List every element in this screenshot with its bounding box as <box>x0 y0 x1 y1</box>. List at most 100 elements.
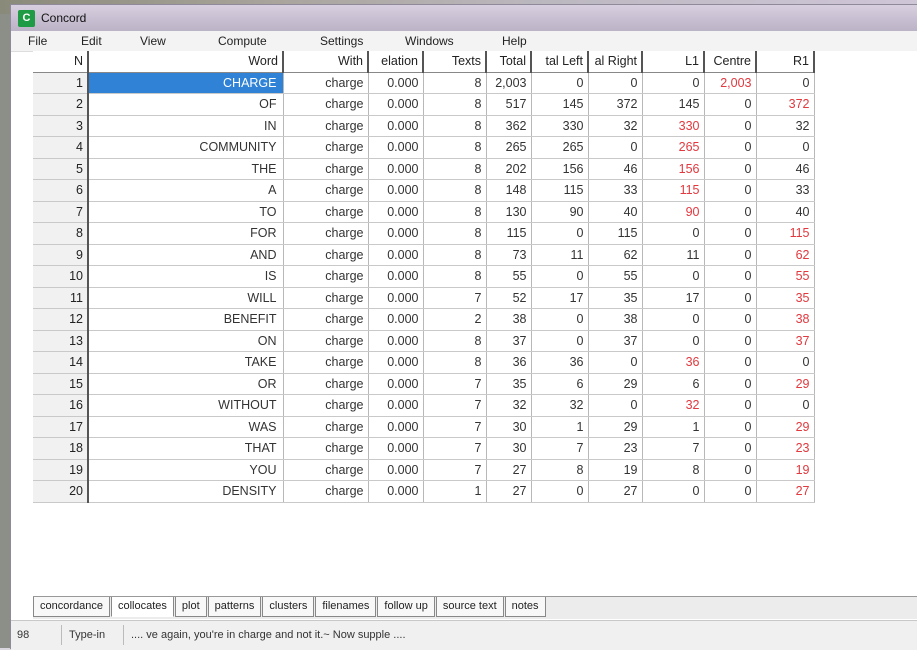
cell-r1[interactable]: 115 <box>756 222 815 245</box>
cell-total-right[interactable]: 62 <box>588 244 643 266</box>
cell-texts[interactable]: 1 <box>423 480 487 503</box>
cell-total-left[interactable]: 8 <box>531 459 589 481</box>
table-row[interactable]: 18 THAT charge 0.000 7 30 7 23 7 0 23 <box>33 437 815 460</box>
cell-l1[interactable]: 36 <box>642 351 705 374</box>
cell-with[interactable]: charge <box>283 480 369 503</box>
cell-centre[interactable]: 0 <box>704 330 757 352</box>
cell-with[interactable]: charge <box>283 330 369 352</box>
cell-l1[interactable]: 0 <box>642 265 705 288</box>
cell-texts[interactable]: 8 <box>423 115 487 137</box>
col-header-total-left[interactable]: tal Left <box>531 51 589 73</box>
cell-n[interactable]: 9 <box>33 244 89 266</box>
cell-centre[interactable]: 0 <box>704 222 757 245</box>
cell-centre[interactable]: 0 <box>704 459 757 481</box>
col-header-total[interactable]: Total <box>486 51 532 73</box>
col-header-l1[interactable]: L1 <box>642 51 705 73</box>
cell-word[interactable]: A <box>88 179 284 202</box>
cell-relation[interactable]: 0.000 <box>368 287 424 309</box>
cell-with[interactable]: charge <box>283 308 369 331</box>
cell-r1[interactable]: 40 <box>756 201 815 223</box>
cell-relation[interactable]: 0.000 <box>368 480 424 503</box>
cell-with[interactable]: charge <box>283 394 369 417</box>
cell-n[interactable]: 20 <box>33 480 89 503</box>
cell-relation[interactable]: 0.000 <box>368 437 424 460</box>
cell-r1[interactable]: 32 <box>756 115 815 137</box>
cell-total-right[interactable]: 37 <box>588 330 643 352</box>
table-row[interactable]: 15 OR charge 0.000 7 35 6 29 6 0 29 <box>33 373 815 395</box>
cell-total-left[interactable]: 0 <box>531 72 589 94</box>
cell-total-left[interactable]: 7 <box>531 437 589 460</box>
tab-follow-up[interactable]: follow up <box>377 597 435 617</box>
col-header-with[interactable]: With <box>283 51 369 73</box>
table-row[interactable]: 10 IS charge 0.000 8 55 0 55 0 0 55 <box>33 265 815 288</box>
cell-centre[interactable]: 0 <box>704 158 757 180</box>
table-row[interactable]: 7 TO charge 0.000 8 130 90 40 90 0 40 <box>33 201 815 223</box>
cell-texts[interactable]: 2 <box>423 308 487 331</box>
table-row[interactable]: 16 WITHOUT charge 0.000 7 32 32 0 32 0 0 <box>33 394 815 417</box>
cell-total-right[interactable]: 0 <box>588 72 643 94</box>
cell-centre[interactable]: 0 <box>704 201 757 223</box>
col-header-texts[interactable]: Texts <box>423 51 487 73</box>
cell-total-right[interactable]: 19 <box>588 459 643 481</box>
cell-total-right[interactable]: 0 <box>588 351 643 374</box>
col-header-centre[interactable]: Centre <box>704 51 757 73</box>
cell-total[interactable]: 35 <box>486 373 532 395</box>
cell-relation[interactable]: 0.000 <box>368 330 424 352</box>
cell-n[interactable]: 16 <box>33 394 89 417</box>
cell-relation[interactable]: 0.000 <box>368 158 424 180</box>
cell-r1[interactable]: 33 <box>756 179 815 202</box>
cell-r1[interactable]: 62 <box>756 244 815 266</box>
cell-centre[interactable]: 0 <box>704 179 757 202</box>
cell-texts[interactable]: 8 <box>423 330 487 352</box>
cell-n[interactable]: 6 <box>33 179 89 202</box>
cell-total-left[interactable]: 1 <box>531 416 589 438</box>
cell-total-right[interactable]: 35 <box>588 287 643 309</box>
col-header-n[interactable]: N <box>33 51 89 73</box>
cell-texts[interactable]: 7 <box>423 373 487 395</box>
cell-total-right[interactable]: 0 <box>588 136 643 159</box>
menu-windows[interactable]: Windows <box>405 34 454 48</box>
cell-centre[interactable]: 0 <box>704 480 757 503</box>
cell-centre[interactable]: 0 <box>704 287 757 309</box>
cell-word[interactable]: COMMUNITY <box>88 136 284 159</box>
cell-word[interactable]: CHARGE <box>88 72 284 94</box>
table-row[interactable]: 6 Acharge 0.000 8 148 115 33 115 0 33 <box>33 179 815 202</box>
cell-n[interactable]: 1 <box>33 72 89 94</box>
cell-total-right[interactable]: 29 <box>588 416 643 438</box>
cell-r1[interactable]: 38 <box>756 308 815 331</box>
cell-centre[interactable]: 0 <box>704 394 757 417</box>
tab-clusters[interactable]: clusters <box>262 597 315 617</box>
cell-relation[interactable]: 0.000 <box>368 416 424 438</box>
cell-texts[interactable]: 8 <box>423 351 487 374</box>
cell-with[interactable]: charge <box>283 158 369 180</box>
table-row[interactable]: 17 WAS charge 0.000 7 30 1 29 1 0 29 <box>33 416 815 438</box>
cell-word[interactable]: WILL <box>88 287 284 309</box>
tab-filenames[interactable]: filenames <box>315 597 377 617</box>
table-row[interactable]: 8 FOR charge 0.000 8 115 0 115 0 0 115 <box>33 222 815 245</box>
cell-centre[interactable]: 0 <box>704 136 757 159</box>
cell-l1[interactable]: 7 <box>642 437 705 460</box>
cell-centre[interactable]: 0 <box>704 115 757 137</box>
cell-total-right[interactable]: 33 <box>588 179 643 202</box>
cell-relation[interactable]: 0.000 <box>368 136 424 159</box>
tab-notes[interactable]: notes <box>504 597 546 617</box>
cell-l1[interactable]: 32 <box>642 394 705 417</box>
cell-with[interactable]: charge <box>283 437 369 460</box>
col-header-word[interactable]: Word <box>88 51 284 73</box>
cell-word[interactable]: THE <box>88 158 284 180</box>
table-row[interactable]: 12 BENEFIT charge 0.000 2 38 0 38 0 0 38 <box>33 308 815 331</box>
cell-total[interactable]: 27 <box>486 480 532 503</box>
table-row[interactable]: 19 YOU charge 0.000 7 27 8 19 8 0 19 <box>33 459 815 481</box>
cell-with[interactable]: charge <box>283 265 369 288</box>
cell-total-right[interactable]: 372 <box>588 93 643 116</box>
menu-file[interactable]: File <box>28 34 47 48</box>
cell-n[interactable]: 5 <box>33 158 89 180</box>
cell-total-left[interactable]: 0 <box>531 330 589 352</box>
table-row[interactable]: 4 COMMUNITY charge 0.000 8 265 265 0 265 0 0 <box>33 136 815 159</box>
cell-total[interactable]: 32 <box>486 394 532 417</box>
cell-l1[interactable]: 0 <box>642 72 705 94</box>
cell-r1[interactable]: 0 <box>756 351 815 374</box>
cell-total[interactable]: 115 <box>486 222 532 245</box>
table-row[interactable]: 13 ON charge 0.000 8 37 0 37 0 0 37 <box>33 330 815 352</box>
cell-total-right[interactable]: 38 <box>588 308 643 331</box>
